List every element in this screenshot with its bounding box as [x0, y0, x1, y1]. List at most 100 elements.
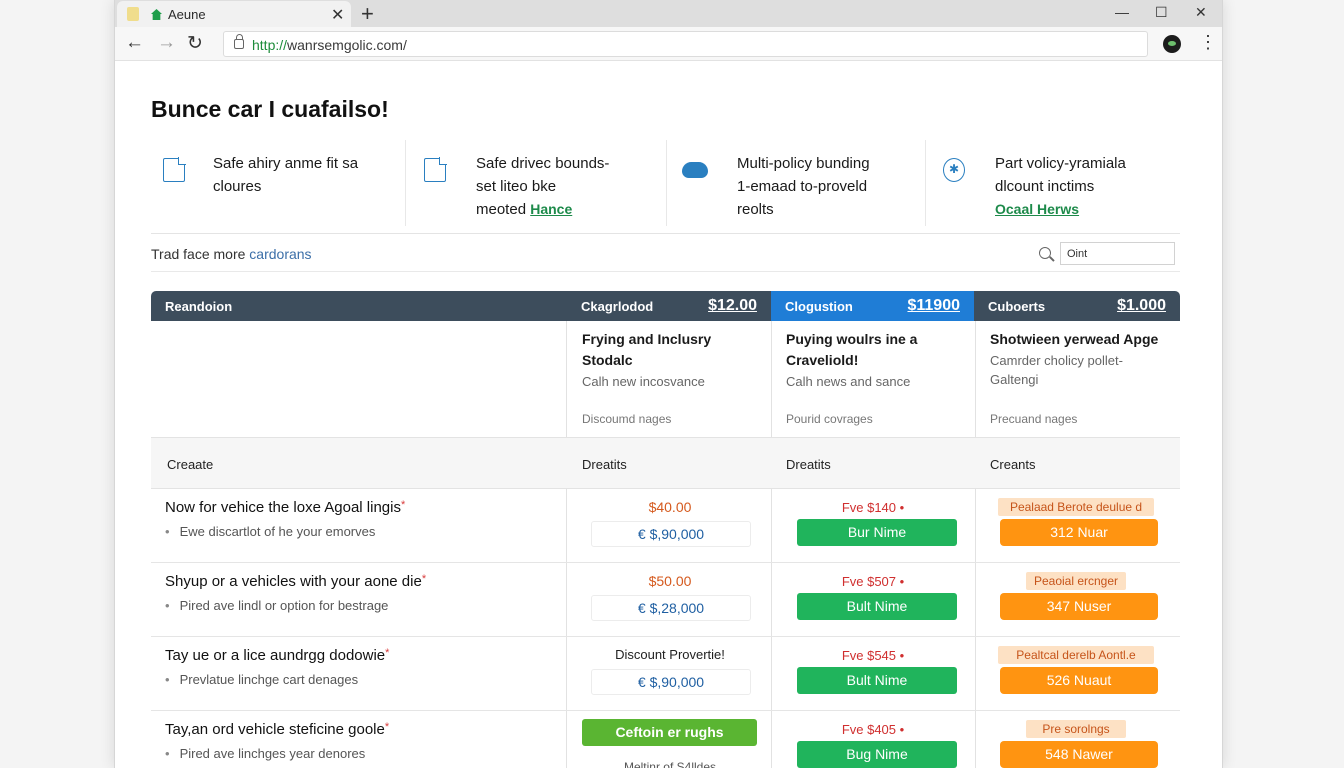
- minimize-button[interactable]: —: [1115, 4, 1129, 20]
- feature-line: cloures: [213, 178, 262, 195]
- promo-tag: Pealaad Berote deulue d: [998, 498, 1154, 516]
- row-title: Shyup or a vehicles with your aone die*: [165, 573, 427, 590]
- subheader-label: Creants: [990, 457, 1036, 472]
- plan-name: Cuboerts: [988, 299, 1046, 314]
- page-title: Bunce car I cuafailso!: [151, 96, 389, 122]
- back-button[interactable]: ←: [125, 32, 144, 54]
- url-text: http://wanrsemgolic.com/: [252, 37, 407, 53]
- plan-description: Shotwieen yerwead Apge Camrder cholicy p…: [990, 329, 1170, 426]
- maximize-button[interactable]: ☐: [1155, 4, 1168, 21]
- plan-header[interactable]: Clogustion $11900: [771, 291, 974, 321]
- plan-name: Clogustion: [785, 299, 853, 314]
- new-tab-button[interactable]: +: [361, 1, 374, 27]
- promo-tag: Pealtcal derelb Aontl.e: [998, 646, 1154, 664]
- tab-bar: Aeune ✕ + — ☐ ✕: [115, 0, 1222, 27]
- select-plan-button[interactable]: 312 Nuar: [1000, 519, 1158, 546]
- plan-title: Shotwieen yerwead Apge: [990, 331, 1159, 347]
- plan-price: $11900: [907, 297, 960, 314]
- tab-close-icon[interactable]: ✕: [331, 5, 344, 25]
- row-subtitle: Pired ave linchges year denores: [165, 746, 366, 761]
- plan-price: $1.000: [1117, 297, 1166, 314]
- row-title: Tay ue or a lice aundrgg dodowie*: [165, 647, 390, 664]
- feature-item: Safe ahiry anme fit sa cloures: [151, 140, 405, 226]
- plan-title: Frying and Inclusry Stodalc: [582, 331, 712, 368]
- browser-window: Aeune ✕ + — ☐ ✕ ← → ↻ http://wanrsemgoli…: [114, 0, 1223, 768]
- feature-strip: Safe ahiry anme fit sa cloures Safe driv…: [151, 140, 1180, 234]
- table-header: Reandoion Ckagrlodod $12.00 Clogustion $…: [151, 291, 1180, 321]
- plan-footnote: Pourid covrages: [786, 412, 873, 426]
- plan-price-value: Fve $405: [771, 722, 975, 737]
- browser-menu-icon[interactable]: ⋮: [1199, 32, 1217, 53]
- lock-icon: [234, 34, 244, 49]
- plan-price-value: Fve $507: [771, 574, 975, 589]
- tab-title: Aeune: [168, 7, 206, 22]
- feature-link[interactable]: Ocaal Herws: [995, 201, 1079, 217]
- promo-tag: Pre sorolngs: [1026, 720, 1126, 738]
- plan-price-value: Fve $545: [771, 648, 975, 663]
- buy-now-button[interactable]: Bur Nime: [797, 519, 957, 546]
- buy-now-button[interactable]: Bult Nime: [797, 593, 957, 620]
- row-title: Tay,an ord vehicle steficine goole*: [165, 721, 390, 738]
- row-title: Now for vehice the loxe Agoal lingis*: [165, 499, 406, 516]
- get-quote-button[interactable]: Ceftoin er rughs: [582, 719, 757, 746]
- table-row: Tay ue or a lice aundrgg dodowie* Prevla…: [151, 637, 1180, 711]
- row-footnote: Meltinr of S4lldes: [623, 760, 717, 768]
- plan-header[interactable]: Cuboerts $1.000: [974, 291, 1180, 321]
- site-favicon-icon: [151, 9, 162, 20]
- table-row: Now for vehice the loxe Agoal lingis* Ew…: [151, 489, 1180, 563]
- promo-tag: Peaoial ercnger: [1026, 572, 1126, 590]
- table-row: Tay,an ord vehicle steficine goole* Pire…: [151, 711, 1180, 768]
- reload-button[interactable]: ↻: [187, 32, 203, 55]
- table-subheader: Creaate Dreatits Dreatits Creants: [151, 437, 1180, 489]
- feature-link[interactable]: Hance: [530, 201, 572, 217]
- plan-subtitle: Calh news and sance: [786, 374, 911, 389]
- plan-price-value: $50.00: [648, 573, 692, 589]
- forward-button[interactable]: →: [157, 32, 176, 54]
- filter-row: Trad face more cardorans: [151, 238, 1180, 272]
- discount-label: Discount Provertie!: [615, 647, 725, 662]
- feature-line: Part volicy-yramiala: [995, 155, 1126, 172]
- plan-subtitle: Camrder cholicy pollet-Galtengi: [990, 353, 1123, 387]
- profile-avatar-icon[interactable]: [1163, 35, 1181, 53]
- select-plan-button[interactable]: 548 Nawer: [1000, 741, 1158, 768]
- feature-line: set liteo bke: [476, 178, 557, 195]
- buy-now-button[interactable]: Bug Nime: [797, 741, 957, 768]
- subheader-label: Dreatits: [582, 457, 627, 472]
- cloud-icon: [682, 162, 708, 178]
- plan-header[interactable]: Ckagrlodod $12.00: [567, 291, 771, 321]
- tab-stub-icon: [127, 7, 139, 21]
- feature-line: dlcount inctims: [995, 178, 1095, 195]
- row-subtitle: Ewe discartlot of he your emorves: [165, 524, 376, 539]
- search-input[interactable]: [1060, 242, 1175, 265]
- filter-label: Trad face more cardorans: [151, 246, 312, 262]
- feature-line: Multi-policy bunding: [737, 155, 870, 172]
- plan-price: $12.00: [708, 297, 757, 314]
- feature-line: 1-emaad to-proveld: [737, 178, 868, 195]
- coverage-amount: € $,28,000: [591, 595, 751, 621]
- plan-description: Puying woulrs ine a Craveliold! Calh new…: [786, 329, 966, 426]
- plan-price-value: $40.00: [648, 499, 692, 515]
- feature-item: Multi-policy bunding 1-emaad to-proveld …: [666, 140, 925, 226]
- feature-item: Safe drivec bounds- set liteo bke meoted…: [405, 140, 666, 226]
- browser-toolbar: ← → ↻ http://wanrsemgolic.com/ ⋮: [115, 27, 1222, 61]
- coverage-amount: € $,90,000: [591, 669, 751, 695]
- document-icon: [163, 157, 186, 182]
- feature-line: Safe drivec bounds-: [476, 155, 610, 172]
- plan-footnote: Discoumd nages: [582, 412, 672, 426]
- browser-tab[interactable]: Aeune ✕: [117, 1, 351, 27]
- star-badge-icon: ✱: [943, 158, 965, 182]
- select-plan-button[interactable]: 526 Nuaut: [1000, 667, 1158, 694]
- feature-line: meoted: [476, 201, 527, 218]
- buy-now-button[interactable]: Bult Nime: [797, 667, 957, 694]
- plan-name: Ckagrlodod: [581, 299, 654, 314]
- address-bar[interactable]: http://wanrsemgolic.com/: [223, 31, 1148, 57]
- plan-price-value: Fve $140: [771, 500, 975, 515]
- search-icon[interactable]: [1039, 247, 1051, 259]
- comparison-table: Reandoion Ckagrlodod $12.00 Clogustion $…: [151, 291, 1180, 768]
- subheader-label: Creaate: [167, 457, 214, 472]
- plan-footnote: Precuand nages: [990, 412, 1078, 426]
- plan-description: Frying and Inclusry Stodalc Calh new inc…: [582, 329, 762, 426]
- select-plan-button[interactable]: 347 Nuser: [1000, 593, 1158, 620]
- close-window-button[interactable]: ✕: [1195, 4, 1207, 21]
- feature-line: reolts: [737, 201, 774, 218]
